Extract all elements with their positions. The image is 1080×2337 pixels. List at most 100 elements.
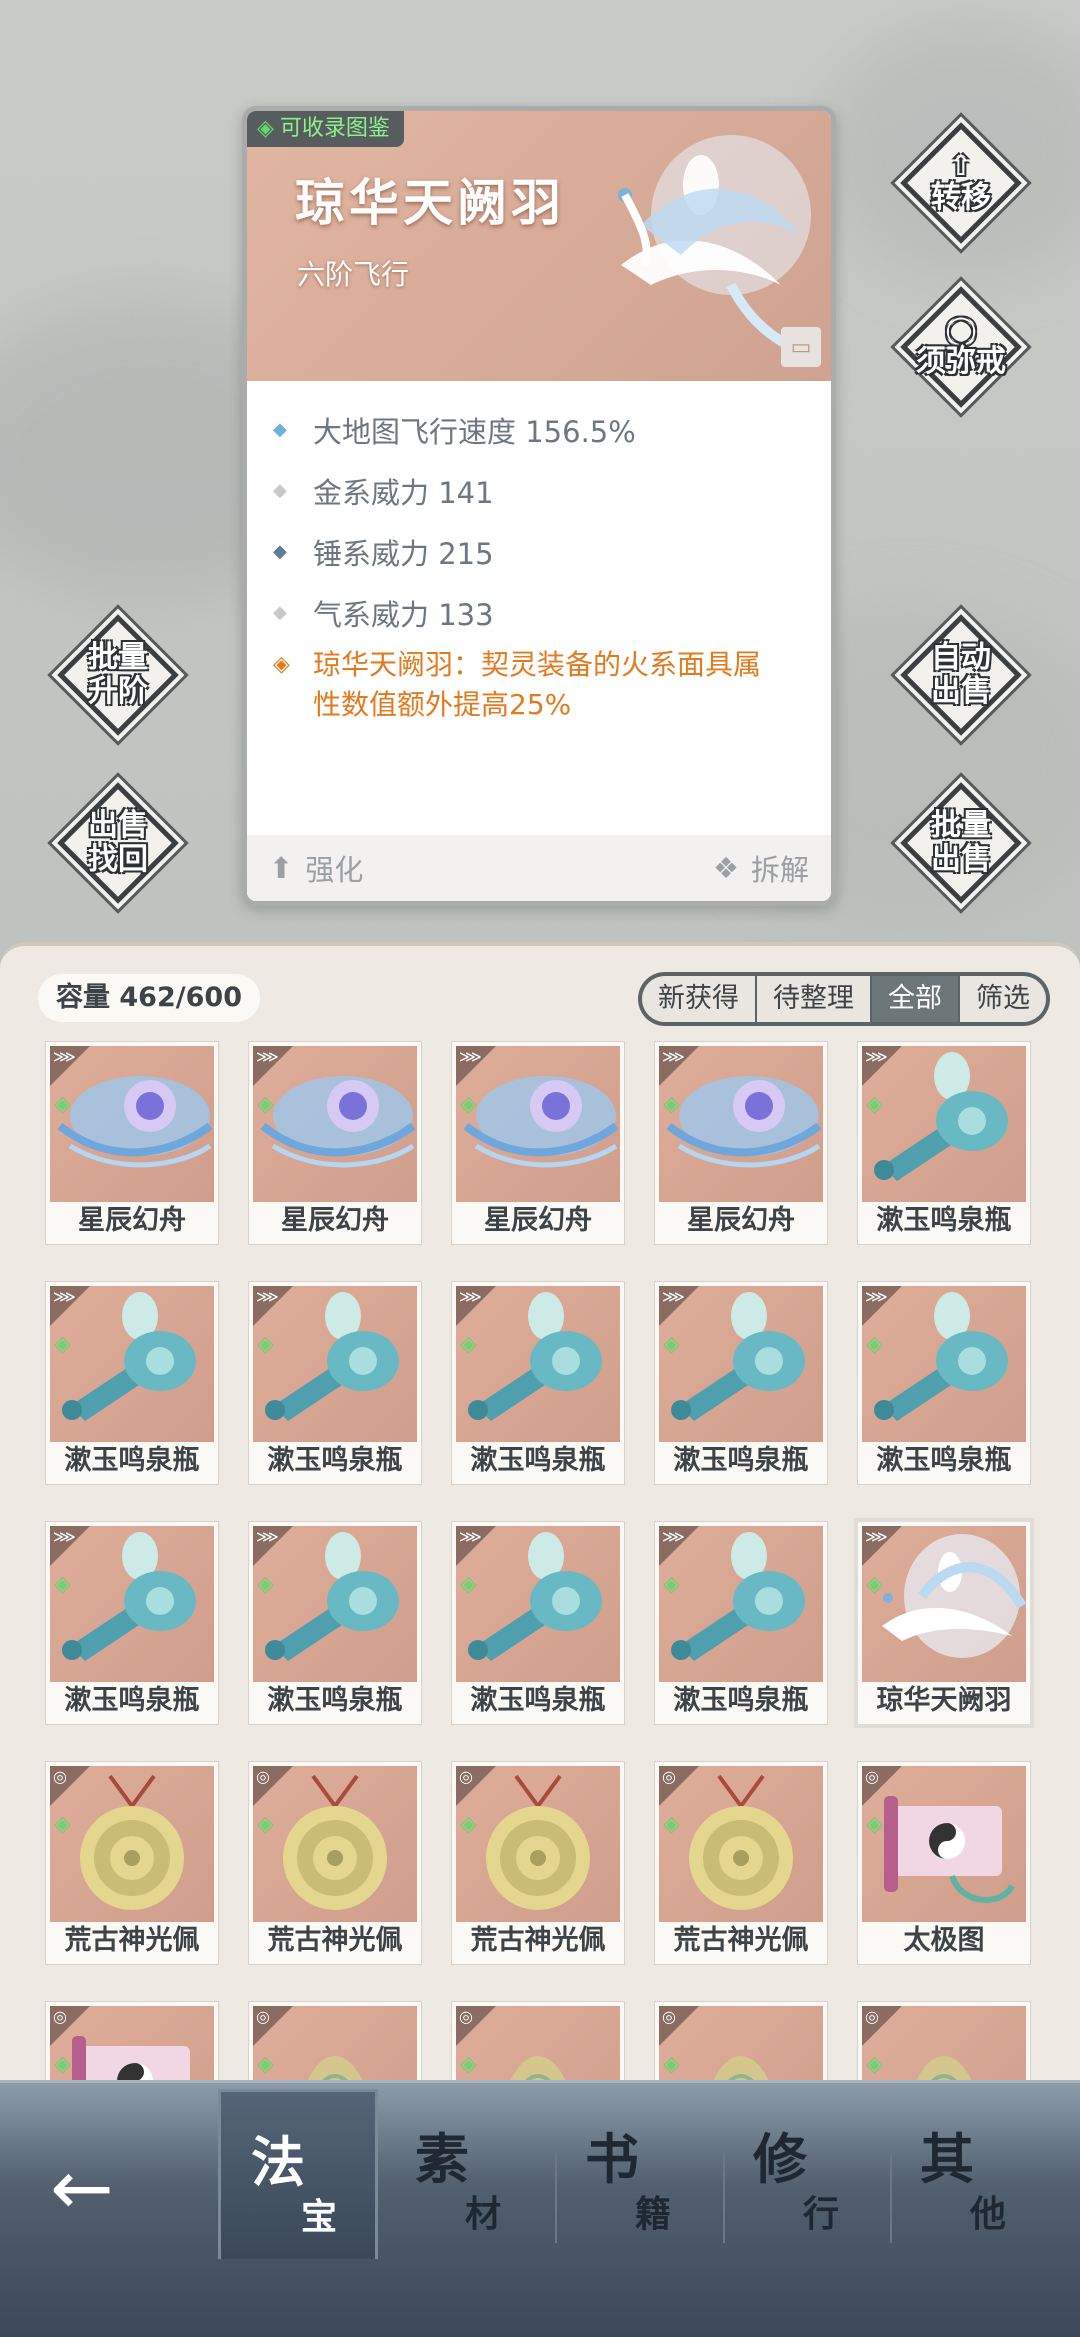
inventory-item[interactable]: ⋙ ◈ 漱玉鸣泉瓶 bbox=[46, 1522, 218, 1724]
tab-char: 行 bbox=[803, 2193, 840, 2235]
item-thumbnail: ⋙ ◈ bbox=[50, 1286, 214, 1442]
label-line: 自动 bbox=[931, 640, 991, 675]
tab-char: 修 bbox=[753, 2127, 807, 2191]
collect-icon: ◈ bbox=[663, 1572, 680, 1597]
tab-char: 书 bbox=[585, 2127, 639, 2191]
collect-icon: ◈ bbox=[663, 1092, 680, 1117]
item-thumbnail: ⋙ ◈ bbox=[253, 1046, 417, 1202]
auto-sell-button[interactable]: 自动 出售 bbox=[896, 610, 1026, 740]
collect-icon: ◈ bbox=[54, 1332, 71, 1357]
inventory-item[interactable]: ◎ ◈ 荒古神光佩 bbox=[46, 1762, 218, 1964]
tab-books[interactable]: 书 籍 bbox=[555, 2115, 715, 2255]
item-thumbnail: ◎ ◈ bbox=[456, 1766, 620, 1922]
inventory-item[interactable]: ⋙ ◈ 漱玉鸣泉瓶 bbox=[452, 1522, 624, 1724]
tab-char: 材 bbox=[465, 2193, 502, 2235]
inventory-item[interactable]: ⋙ ◈ 漱玉鸣泉瓶 bbox=[452, 1282, 624, 1484]
item-type: 六阶飞行 bbox=[297, 258, 410, 291]
shatter-icon: ❖ bbox=[712, 851, 739, 885]
item-label: 星辰幻舟 bbox=[78, 1205, 186, 1236]
item-label: 荒古神光佩 bbox=[470, 1925, 606, 1956]
enhance-button[interactable]: ⬆ 强化 bbox=[269, 847, 363, 889]
transfer-button[interactable]: ⇧ 转移 bbox=[896, 118, 1026, 248]
tab-char: 法 bbox=[251, 2130, 305, 2194]
collect-icon: ◈ bbox=[460, 2052, 477, 2077]
sell-recover-button[interactable]: 出售 找回 bbox=[53, 778, 183, 908]
tab-cultivation[interactable]: 修 行 bbox=[723, 2115, 883, 2255]
back-arrow-icon[interactable]: ← bbox=[50, 2143, 140, 2233]
collect-icon: ◈ bbox=[460, 1332, 477, 1357]
item-thumbnail: ⋙ ◈ bbox=[50, 1046, 214, 1202]
inventory-item[interactable]: ◎ ◈ 荒古神光佩 bbox=[249, 1762, 421, 1964]
set-bonus-text-line: 性数值额外提高25% bbox=[313, 688, 572, 721]
batch-upgrade-button[interactable]: 批量 升阶 bbox=[53, 610, 183, 740]
item-thumbnail: ⋙ ◈ bbox=[659, 1046, 823, 1202]
collect-icon: ◈ bbox=[663, 1332, 680, 1357]
inventory-item[interactable]: ⋙ ◈ 星辰幻舟 bbox=[655, 1042, 827, 1244]
inventory-item[interactable]: ⋙ ◈ 星辰幻舟 bbox=[46, 1042, 218, 1244]
item-thumbnail: ◎ ◈ bbox=[50, 1766, 214, 1922]
filter-pending[interactable]: 待整理 bbox=[757, 976, 872, 1022]
item-thumbnail: ⋙ ◈ bbox=[253, 1526, 417, 1682]
bottom-nav: ← 法 宝 素 材 书 籍 修 行 其 他 bbox=[0, 2080, 1080, 2337]
item-detail-header: ◈ 可收录图鉴 琼华天阙羽 六阶飞行 ▭ bbox=[247, 111, 831, 381]
item-label: 漱玉鸣泉瓶 bbox=[673, 1685, 809, 1716]
item-label: 漱玉鸣泉瓶 bbox=[64, 1685, 200, 1716]
arrow-up-icon: ⬆ bbox=[269, 851, 294, 885]
inventory-item[interactable]: ⋙ ◈ 漱玉鸣泉瓶 bbox=[858, 1282, 1030, 1484]
item-name: 琼华天阙羽 bbox=[295, 173, 565, 232]
stat-row: ◆ 气系威力 133 bbox=[273, 582, 809, 643]
stat-row: ◆ 大地图飞行速度 156.5% bbox=[273, 399, 809, 460]
inventory-item[interactable]: ⋙ ◈ 漱玉鸣泉瓶 bbox=[858, 1042, 1030, 1244]
inventory-item[interactable]: ◎ ◈ 太极图 bbox=[858, 1762, 1030, 1964]
item-thumbnail: ⋙ ◈ bbox=[253, 1286, 417, 1442]
tab-char: 他 bbox=[970, 2193, 1007, 2235]
item-thumbnail: ⋙ ◈ bbox=[456, 1286, 620, 1442]
inventory-item[interactable]: ⋙ ◈ 琼华天阙羽 bbox=[858, 1522, 1030, 1724]
treasure-chest-icon: ▭ bbox=[781, 327, 821, 367]
filter-screen[interactable]: 筛选 bbox=[960, 976, 1046, 1022]
inventory-item[interactable]: ⋙ ◈ 漱玉鸣泉瓶 bbox=[655, 1282, 827, 1484]
inventory-item[interactable]: ⋙ ◈ 漱玉鸣泉瓶 bbox=[249, 1522, 421, 1724]
collect-icon: ◈ bbox=[257, 1332, 274, 1357]
collect-icon: ◈ bbox=[460, 1572, 477, 1597]
inventory-item[interactable]: ⋙ ◈ 漱玉鸣泉瓶 bbox=[249, 1282, 421, 1484]
inventory-item[interactable]: ⋙ ◈ 漱玉鸣泉瓶 bbox=[655, 1522, 827, 1724]
diamond-bullet-icon: ◆ bbox=[273, 480, 287, 501]
item-thumbnail: ⋙ ◈ bbox=[862, 1046, 1026, 1202]
transfer-label: ⇧ 转移 bbox=[896, 118, 1026, 248]
item-thumbnail: ⋙ ◈ bbox=[659, 1286, 823, 1442]
collect-icon: ◈ bbox=[866, 1332, 883, 1357]
collect-icon: ◈ bbox=[257, 2052, 274, 2077]
item-label: 琼华天阙羽 bbox=[876, 1685, 1012, 1716]
dismantle-button[interactable]: ❖ 拆解 bbox=[713, 847, 809, 889]
filter-new[interactable]: 新获得 bbox=[642, 976, 757, 1022]
batch-sell-button[interactable]: 批量 出售 bbox=[896, 778, 1026, 908]
filter-all[interactable]: 全部 bbox=[872, 976, 960, 1022]
item-thumbnail: ⋙ ◈ bbox=[862, 1286, 1026, 1442]
inventory-item[interactable]: ◎ ◈ 荒古神光佩 bbox=[655, 1762, 827, 1964]
inventory-item[interactable]: ◎ ◈ 荒古神光佩 bbox=[452, 1762, 624, 1964]
inventory-item[interactable]: ⋙ ◈ 漱玉鸣泉瓶 bbox=[46, 1282, 218, 1484]
item-label: 星辰幻舟 bbox=[687, 1205, 795, 1236]
tab-treasure[interactable]: 法 宝 bbox=[218, 2089, 378, 2259]
collect-icon: ◈ bbox=[460, 1812, 477, 1837]
stat-text: 锤系威力 215 bbox=[313, 536, 494, 571]
storage-ring-button[interactable]: ◯ 须弥戒 bbox=[896, 282, 1026, 412]
collect-icon: ◈ bbox=[54, 1812, 71, 1837]
collect-icon: ◈ bbox=[866, 1572, 883, 1597]
inventory-item[interactable]: ⋙ ◈ 星辰幻舟 bbox=[452, 1042, 624, 1244]
label-line: 出售 bbox=[931, 674, 991, 709]
stat-row: ◆ 金系威力 141 bbox=[273, 460, 809, 521]
stat-row: ◆ 锤系威力 215 bbox=[273, 521, 809, 582]
item-thumbnail: ◎ ◈ bbox=[862, 1766, 1026, 1922]
item-label: 荒古神光佩 bbox=[267, 1925, 403, 1956]
tab-other[interactable]: 其 他 bbox=[890, 2115, 1050, 2255]
item-label: 荒古神光佩 bbox=[64, 1925, 200, 1956]
item-thumbnail: ⋙ ◈ bbox=[456, 1046, 620, 1202]
label-line: 批量 bbox=[88, 640, 148, 675]
collect-icon: ◈ bbox=[663, 2052, 680, 2077]
tab-materials[interactable]: 素 材 bbox=[385, 2115, 545, 2255]
label-line: 出售 bbox=[931, 842, 991, 877]
inventory-item[interactable]: ⋙ ◈ 星辰幻舟 bbox=[249, 1042, 421, 1244]
collect-icon: ◈ bbox=[257, 1092, 274, 1117]
